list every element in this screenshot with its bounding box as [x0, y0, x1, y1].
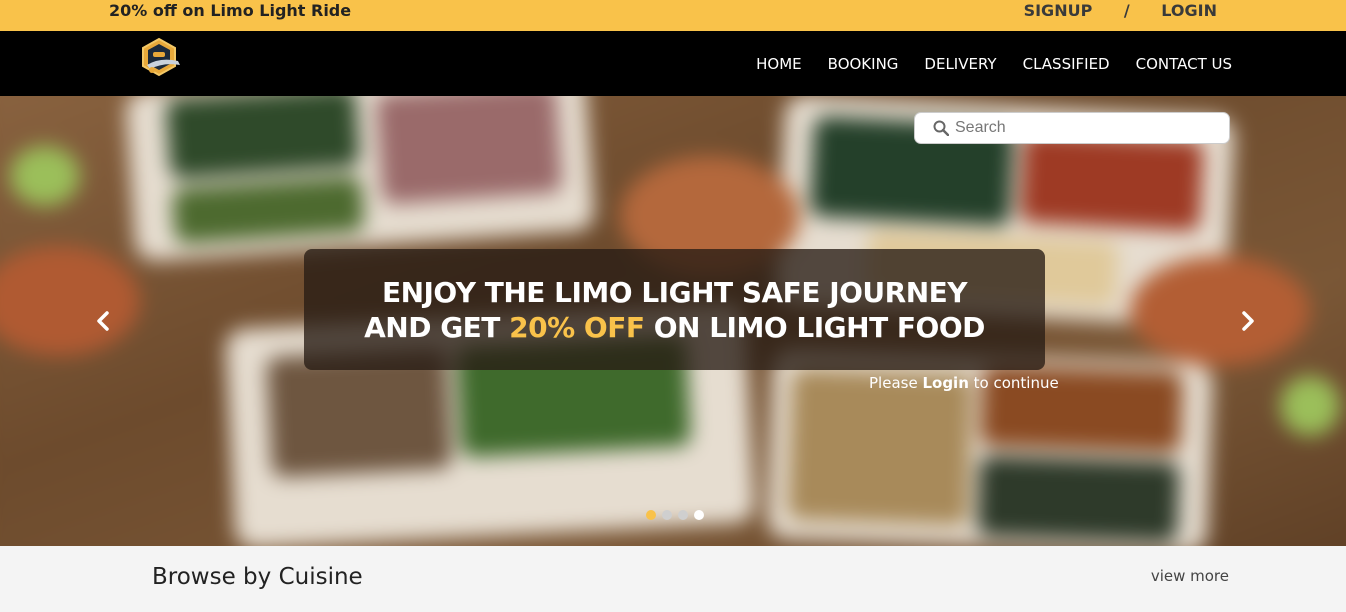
carousel-prev-chevron-left-icon[interactable] [88, 306, 118, 336]
browse-section: Browse by Cuisine view more [0, 546, 1346, 612]
nav-booking[interactable]: BOOKING [828, 55, 899, 73]
carousel-dot-1[interactable] [646, 510, 656, 520]
hero-carousel: ENJOY THE LIMO LIGHT SAFE JOURNEY AND GE… [0, 96, 1346, 546]
login-hint-link[interactable]: Login [922, 374, 968, 392]
headline-line-2: AND GET 20% OFF ON LIMO LIGHT FOOD [304, 311, 1045, 344]
headline-line-1: ENJOY THE LIMO LIGHT SAFE JOURNEY [381, 276, 968, 309]
limo-light-logo-icon[interactable] [138, 35, 184, 83]
login-hint-prefix: Please [869, 374, 923, 392]
promo-bar: 20% off on Limo Light Ride SIGNUP / LOGI… [0, 0, 1346, 31]
auth-links: SIGNUP / LOGIN [1024, 1, 1217, 20]
discount-highlight: 20% OFF [509, 311, 645, 344]
headline-prefix: AND GET [364, 311, 510, 344]
main-navbar: HOME BOOKING DELIVERY CLASSIFIED CONTACT… [0, 31, 1346, 96]
carousel-dot-2[interactable] [662, 510, 672, 520]
auth-separator: / [1123, 1, 1130, 20]
browse-title: Browse by Cuisine [152, 564, 363, 590]
signup-link[interactable]: SIGNUP [1024, 1, 1093, 20]
carousel-next-chevron-right-icon[interactable] [1233, 306, 1263, 336]
carousel-dot-3[interactable] [678, 510, 688, 520]
search-icon [933, 120, 949, 136]
hero-caption: ENJOY THE LIMO LIGHT SAFE JOURNEY AND GE… [304, 249, 1045, 370]
carousel-dot-4[interactable] [694, 510, 704, 520]
login-hint-suffix: to continue [968, 374, 1059, 392]
carousel-indicators [646, 510, 704, 520]
nav-home[interactable]: HOME [756, 55, 802, 73]
main-nav: HOME BOOKING DELIVERY CLASSIFIED CONTACT… [756, 55, 1232, 73]
promo-text: 20% off on Limo Light Ride [109, 1, 352, 20]
login-link[interactable]: LOGIN [1161, 1, 1217, 20]
search-box [914, 112, 1230, 144]
view-more-link[interactable]: view more [1151, 567, 1229, 585]
nav-contact-us[interactable]: CONTACT US [1136, 55, 1232, 73]
nav-classified[interactable]: CLASSIFIED [1023, 55, 1110, 73]
nav-delivery[interactable]: DELIVERY [924, 55, 996, 73]
headline-suffix: ON LIMO LIGHT FOOD [644, 311, 986, 344]
login-hint: Please Login to continue [869, 374, 1059, 392]
search-input[interactable] [955, 119, 1215, 137]
